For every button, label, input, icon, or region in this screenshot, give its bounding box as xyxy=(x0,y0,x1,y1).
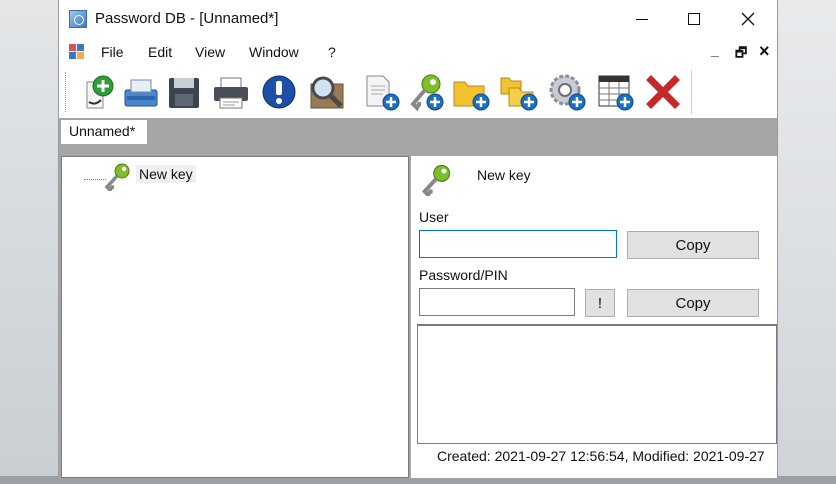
reveal-password-button[interactable]: ! xyxy=(585,289,615,317)
mdi-restore-button[interactable]: 🗗 xyxy=(735,44,747,66)
user-input[interactable] xyxy=(419,230,617,258)
key-icon xyxy=(104,163,130,191)
notes-area[interactable] xyxy=(417,324,777,444)
password-label: Password/PIN xyxy=(419,267,508,283)
menu-help[interactable]: ? xyxy=(328,44,336,60)
add-table-icon xyxy=(598,75,634,111)
document-menu-icon[interactable] xyxy=(69,44,85,60)
close-button[interactable] xyxy=(725,4,771,34)
menu-bar: File Edit View Window ? _ 🗗 × xyxy=(59,40,777,64)
print-button[interactable] xyxy=(211,72,249,112)
minimize-button[interactable] xyxy=(619,4,665,34)
add-link-icon xyxy=(549,74,586,111)
copy-password-button[interactable]: Copy xyxy=(627,289,759,317)
toolbar-end-separator xyxy=(691,70,692,114)
background-right xyxy=(776,0,836,484)
app-icon[interactable] xyxy=(69,10,87,28)
mdi-minimize-button[interactable]: _ xyxy=(711,42,719,58)
mdi-close-button[interactable]: × xyxy=(759,41,770,62)
detail-panel: New key User Copy Password/PIN ! Copy Cr… xyxy=(411,156,777,478)
add-key-button[interactable] xyxy=(405,72,444,112)
add-link-button[interactable] xyxy=(547,72,586,112)
tab-unnamed[interactable]: Unnamed* xyxy=(61,120,147,144)
delete-button[interactable] xyxy=(643,72,681,112)
add-document-button[interactable] xyxy=(361,72,400,112)
entry-key-icon xyxy=(421,164,451,196)
add-folder-button[interactable] xyxy=(451,72,490,112)
add-subfolder-icon xyxy=(500,77,538,111)
copy-user-button[interactable]: Copy xyxy=(627,231,759,259)
title-bar: Password DB - [Unnamed*] xyxy=(59,0,777,38)
add-folder-icon xyxy=(453,81,490,111)
close-icon xyxy=(741,12,755,26)
menu-view[interactable]: View xyxy=(195,44,225,60)
maximize-icon xyxy=(688,13,700,25)
toolbar xyxy=(59,66,777,120)
open-database-button[interactable] xyxy=(121,72,159,112)
delete-icon xyxy=(646,75,680,109)
search-button[interactable] xyxy=(307,72,345,112)
menu-edit[interactable]: Edit xyxy=(148,44,172,60)
info-icon xyxy=(262,75,296,109)
user-label: User xyxy=(419,209,449,225)
menu-window[interactable]: Window xyxy=(249,44,299,60)
background-left xyxy=(0,0,60,484)
print-icon xyxy=(214,77,248,109)
app-window: Password DB - [Unnamed*] File Edit View … xyxy=(58,0,778,478)
menu-file[interactable]: File xyxy=(101,44,124,60)
new-database-icon xyxy=(86,75,114,109)
entry-title: New key xyxy=(477,167,531,183)
password-input[interactable] xyxy=(419,288,575,316)
tree-item-new-key[interactable]: New key xyxy=(136,165,196,183)
info-button[interactable] xyxy=(259,72,297,112)
add-table-button[interactable] xyxy=(595,72,634,112)
status-text: Created: 2021-09-27 12:56:54, Modified: … xyxy=(437,448,765,464)
save-database-button[interactable] xyxy=(165,72,203,112)
new-database-button[interactable] xyxy=(79,72,117,112)
toolbar-grip[interactable] xyxy=(65,72,67,112)
add-key-icon xyxy=(410,74,444,112)
tree-panel[interactable]: New key xyxy=(61,156,409,478)
open-database-icon xyxy=(124,79,158,107)
document-area: New key New key User Copy Password/PIN !… xyxy=(59,144,777,478)
minimize-icon xyxy=(636,18,648,20)
add-document-icon xyxy=(366,75,400,111)
window-title: Password DB - [Unnamed*] xyxy=(95,10,279,27)
document-tab-strip: Unnamed* xyxy=(59,118,777,144)
save-database-icon xyxy=(169,78,199,108)
maximize-button[interactable] xyxy=(671,4,717,34)
search-icon xyxy=(310,76,344,109)
add-subfolder-button[interactable] xyxy=(499,72,538,112)
